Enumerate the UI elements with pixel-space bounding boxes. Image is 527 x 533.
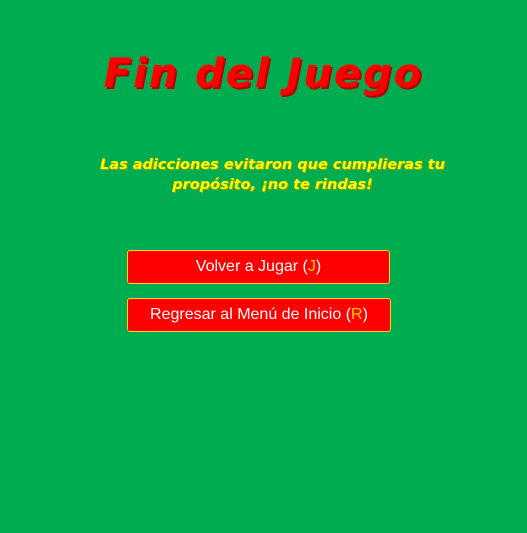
game-over-title: Fin del Juego (103, 51, 424, 97)
main-menu-hotkey: R (351, 306, 363, 323)
main-menu-label: Regresar al Menú de Inicio (150, 306, 342, 323)
main-menu-key-close: ) (362, 306, 368, 323)
play-again-label: Volver a Jugar (195, 258, 299, 275)
play-again-hotkey: J (307, 258, 316, 275)
main-menu-button[interactable]: Regresar al Menú de Inicio (R) (127, 298, 391, 332)
game-over-message: Las adicciones evitaron que cumplieras t… (100, 157, 445, 193)
play-again-key-close: ) (315, 258, 322, 275)
play-again-button[interactable]: Volver a Jugar (J) (127, 250, 390, 284)
